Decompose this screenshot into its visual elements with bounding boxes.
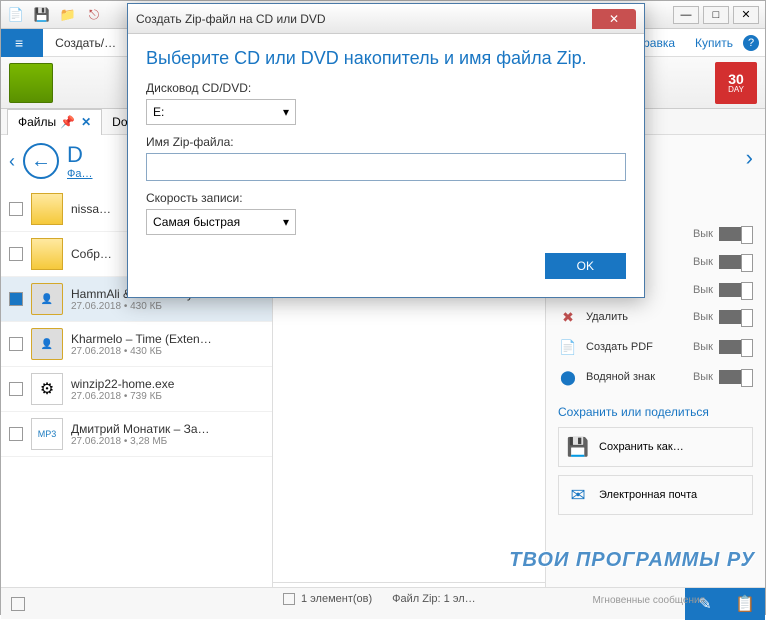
chevron-down-icon: ▾ <box>283 215 289 229</box>
file-name: Собр… <box>71 247 112 261</box>
file-meta: 27.06.2018 • 430 КБ <box>71 346 212 357</box>
dialog-title-text: Создать Zip-файл на CD или DVD <box>136 12 326 26</box>
file-name: winzip22-home.exe <box>71 377 174 391</box>
file-name: Дмитрий Монатик – За… <box>71 422 210 436</box>
file-checkbox[interactable] <box>9 247 23 261</box>
ribbon-tab-create[interactable]: Создать/… <box>43 29 128 57</box>
drive-select[interactable]: E:▾ <box>146 99 296 125</box>
nav-back-button[interactable]: ← <box>23 143 59 179</box>
tab-files[interactable]: Файлы 📌 ✕ <box>7 109 102 135</box>
qat-folder-icon[interactable]: 📁 <box>57 4 79 26</box>
folder-icon <box>31 193 63 225</box>
qat-save-icon[interactable]: 💾 <box>31 4 53 26</box>
status-bar: 1 элемент(ов) Файл Zip: 1 эл… <box>273 582 545 614</box>
main-window: 📄 💾 📁 ⎋ — □ ✕ Создать/… равка Купить ? 3… <box>0 0 766 615</box>
file-menu[interactable] <box>1 29 43 57</box>
chevron-down-icon: ▾ <box>283 105 289 119</box>
im-label: Мгновенные сообщения <box>592 595 705 606</box>
speed-select[interactable]: Самая быстрая▾ <box>146 209 296 235</box>
file-row[interactable]: MP3 Дмитрий Монатик – За…27.06.2018 • 3,2… <box>1 412 272 457</box>
qat-exit-icon[interactable]: ⎋ <box>83 4 105 26</box>
file-meta: 27.06.2018 • 430 КБ <box>71 301 211 312</box>
action-delete[interactable]: ✖ Удалить Вык <box>558 307 753 327</box>
email-button[interactable]: ✉ Электронная почта <box>558 475 753 515</box>
select-all-checkbox[interactable] <box>11 597 25 611</box>
dialog-heading: Выберите CD или DVD накопитель и имя фай… <box>146 48 626 69</box>
file-checkbox[interactable] <box>9 427 23 441</box>
avatar-icon: 👤 <box>31 328 63 360</box>
help-icon[interactable]: ? <box>743 35 759 51</box>
zipname-label: Имя Zip-файла: <box>146 135 626 149</box>
delete-icon: ✖ <box>558 307 578 327</box>
guarantee-badge: 30 DAY <box>715 62 757 104</box>
mp3-icon: MP3 <box>31 418 63 450</box>
dialog-titlebar: Создать Zip-файл на CD или DVD ✕ <box>128 4 644 34</box>
exe-icon: ⚙ <box>31 373 63 405</box>
file-checkbox[interactable] <box>9 292 23 306</box>
nav-prev-icon[interactable]: ‹ <box>9 151 15 172</box>
status-elements: 1 элемент(ов) <box>301 593 372 605</box>
zipname-input[interactable] <box>146 153 626 181</box>
minimize-button[interactable]: — <box>673 6 699 24</box>
pin-icon[interactable]: 📌 <box>60 115 75 129</box>
status-zipfile: Файл Zip: 1 эл… <box>392 593 475 605</box>
file-name: Kharmelo – Time (Exten… <box>71 332 212 346</box>
maximize-button[interactable]: □ <box>703 6 729 24</box>
action-watermark[interactable]: ⬤ Водяной знак Вык <box>558 367 753 387</box>
ok-button[interactable]: OK <box>545 253 626 279</box>
avatar-icon: 👤 <box>31 283 63 315</box>
file-name: nissa… <box>71 202 111 216</box>
toolbar-main-button[interactable] <box>9 63 53 103</box>
file-row[interactable]: ⚙ winzip22-home.exe27.06.2018 • 739 КБ <box>1 367 272 412</box>
close-button[interactable]: ✕ <box>733 6 759 24</box>
file-meta: 27.06.2018 • 3,28 МБ <box>71 436 210 447</box>
file-checkbox[interactable] <box>9 202 23 216</box>
share-heading: Сохранить или поделиться <box>558 405 753 419</box>
tab-close-icon[interactable]: ✕ <box>81 115 91 129</box>
ribbon-buy-link[interactable]: Купить <box>685 36 743 50</box>
folder-icon <box>31 238 63 270</box>
create-zip-cd-dialog: Создать Zip-файл на CD или DVD ✕ Выберит… <box>127 3 645 298</box>
dialog-close-button[interactable]: ✕ <box>592 9 636 29</box>
status-checkbox[interactable] <box>283 593 295 605</box>
tab-files-label: Файлы <box>18 115 56 129</box>
pdf-icon: 📄 <box>558 337 578 357</box>
save-icon: 💾 <box>567 436 589 458</box>
speed-label: Скорость записи: <box>146 191 626 205</box>
save-as-button[interactable]: 💾 Сохранить как… <box>558 427 753 467</box>
file-row[interactable]: 👤 Kharmelo – Time (Exten…27.06.2018 • 430… <box>1 322 272 367</box>
breadcrumb-subtitle[interactable]: Фа… <box>67 168 92 180</box>
chevron-right-icon[interactable]: › <box>746 145 753 171</box>
action-create-pdf[interactable]: 📄 Создать PDF Вык <box>558 337 753 357</box>
file-checkbox[interactable] <box>9 382 23 396</box>
email-icon: ✉ <box>567 484 589 506</box>
stamp-icon: ⬤ <box>558 367 578 387</box>
file-meta: 27.06.2018 • 739 КБ <box>71 391 174 402</box>
file-checkbox[interactable] <box>9 337 23 351</box>
breadcrumb-title: D <box>67 142 92 168</box>
qat-app-icon[interactable]: 📄 <box>5 4 27 26</box>
drive-label: Дисковод CD/DVD: <box>146 81 626 95</box>
